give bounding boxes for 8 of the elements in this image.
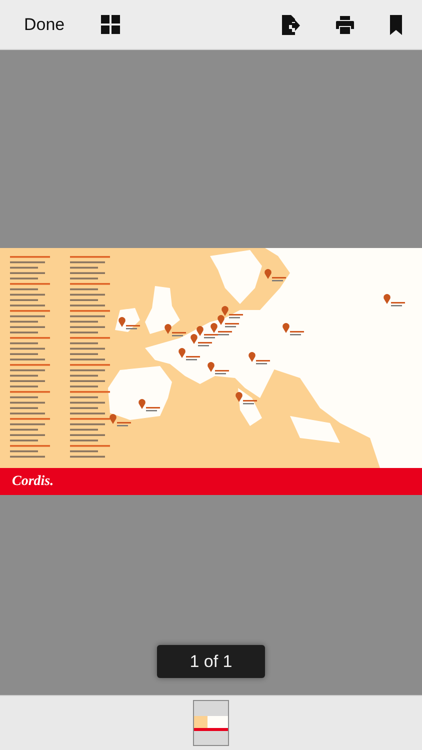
cordis-logo: Cordis.: [12, 474, 54, 490]
print-icon[interactable]: [336, 16, 354, 34]
page-thumbnail[interactable]: [193, 700, 229, 746]
done-button[interactable]: Done: [24, 14, 65, 34]
bookmark-icon[interactable]: [390, 14, 402, 34]
export-document-icon[interactable]: [282, 14, 300, 34]
page-indicator: 1 of 1: [157, 645, 265, 678]
grid-view-icon[interactable]: [100, 15, 120, 34]
